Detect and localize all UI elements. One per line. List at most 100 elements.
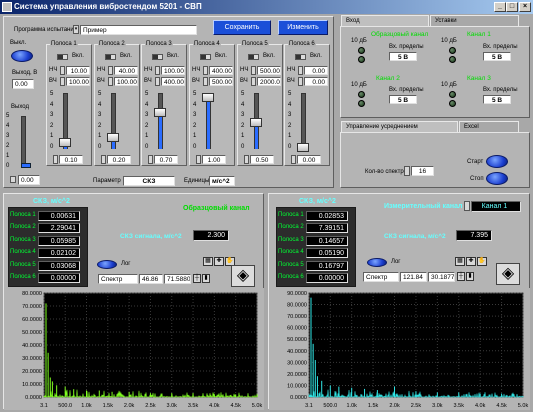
band-value-stepper[interactable] (291, 155, 296, 164)
right-spectrum-chart[interactable]: 90.0000 80.0000 70.0000 60.0000 50.0000 40.00… (269, 288, 530, 410)
tab-setpoints[interactable]: Уставки (430, 15, 519, 26)
band-hf-field[interactable]: 100.00 (161, 66, 185, 75)
band-slider-thumb[interactable] (202, 93, 214, 102)
tab-excel[interactable]: Excel (459, 121, 519, 132)
band-lf-field[interactable]: 500.00 (209, 77, 233, 86)
right-log-toggle[interactable] (367, 258, 387, 267)
right-channel-select[interactable]: Канал 1 (471, 201, 521, 212)
left-grid-icon[interactable]: ▦ (203, 257, 213, 266)
band-value-stepper[interactable] (244, 155, 249, 164)
ref-range-field[interactable]: 5 В (389, 52, 417, 61)
band-slider-thumb[interactable] (59, 138, 71, 147)
left-cursor-lock-icon[interactable]: ▮ (202, 274, 210, 283)
output-slider[interactable] (21, 116, 26, 168)
band-toggle[interactable] (57, 54, 68, 60)
band-hf-field[interactable]: 500.00 (257, 66, 281, 75)
spectra-count-field[interactable]: 16 (411, 166, 434, 176)
band-toggle[interactable] (200, 54, 211, 60)
band-slider-thumb[interactable] (107, 133, 119, 142)
left-zoom-icon[interactable]: ✚ (214, 257, 224, 266)
band-slider-thumb[interactable] (250, 118, 262, 127)
y-tick-label: 50.0000 (287, 337, 307, 343)
output-slider-thumb[interactable] (21, 163, 31, 168)
band-lf-stepper[interactable] (203, 77, 208, 86)
band-slider-thumb[interactable] (154, 108, 166, 117)
band-hf-field[interactable]: 10.00 (66, 66, 90, 75)
band-lf-field[interactable]: 2000.00 (257, 77, 281, 86)
band-toggle[interactable] (152, 54, 163, 60)
tab-input[interactable]: Вход (341, 15, 429, 26)
change-button[interactable]: Изменить (278, 20, 328, 35)
program-dropdown-icon[interactable]: ▾ (73, 25, 79, 34)
band-hf-field[interactable]: 400.00 (209, 66, 233, 75)
band-lf-field[interactable]: 100.00 (66, 77, 90, 86)
stop-button[interactable] (486, 172, 508, 185)
right-grid-icon[interactable]: ▦ (455, 257, 465, 266)
ch2-range-field[interactable]: 5 В (389, 95, 417, 104)
band-slider-thumb[interactable] (297, 143, 309, 152)
param-field[interactable]: СКЗ (123, 176, 175, 186)
band-value-field[interactable]: 0.70 (154, 155, 178, 164)
band-lf-stepper[interactable] (155, 77, 160, 86)
left-cursor-style-icon[interactable]: ┼ (193, 274, 201, 283)
right-hand-icon[interactable]: ✋ (477, 257, 487, 266)
output-stepper[interactable] (10, 176, 16, 183)
right-zoom-icon[interactable]: ✚ (466, 257, 476, 266)
ch3-db-label: 10 дБ (441, 82, 457, 88)
band-lf-stepper[interactable] (60, 77, 65, 86)
right-cursor-lock-icon[interactable]: ▮ (466, 272, 474, 281)
band-hf-stepper[interactable] (108, 66, 113, 75)
band-hf-stepper[interactable] (155, 66, 160, 75)
band-value-field[interactable]: 1.00 (202, 155, 226, 164)
spectra-stepper[interactable] (404, 166, 410, 176)
close-button[interactable]: × (519, 2, 531, 12)
band-value-field[interactable]: 0.50 (250, 155, 274, 164)
band-toggle[interactable] (295, 54, 306, 60)
band-hf-stepper[interactable] (298, 66, 303, 75)
right-cursor-move-icon[interactable]: ◈ (496, 263, 520, 285)
right-cursor-name[interactable]: Спектр (363, 272, 399, 282)
band-value-field[interactable]: 0.20 (107, 155, 131, 164)
start-button[interactable] (486, 155, 508, 168)
band-value-stepper[interactable] (101, 155, 106, 164)
output-field[interactable]: 0.00 (18, 175, 40, 185)
right-channel-stepper[interactable] (464, 201, 470, 211)
save-button[interactable]: Сохранить (213, 20, 271, 35)
left-log-toggle[interactable] (97, 260, 117, 269)
ch3-range-field[interactable]: 5 В (483, 95, 511, 104)
tab-averaging[interactable]: Управление усреднением (341, 121, 458, 132)
band-hf-stepper[interactable] (251, 66, 256, 75)
units-field[interactable]: м/с^2 (209, 176, 235, 186)
band-value-field[interactable]: 0.00 (297, 155, 321, 164)
band-value-stepper[interactable] (53, 155, 58, 164)
band-hf-stepper[interactable] (60, 66, 65, 75)
band-value-stepper[interactable] (148, 155, 153, 164)
minimize-button[interactable]: _ (494, 2, 506, 12)
power-button[interactable] (11, 50, 33, 62)
left-cursor-move-icon[interactable]: ◈ (231, 265, 255, 287)
band-value-stepper[interactable] (196, 155, 201, 164)
band-lf-field[interactable]: 0.00 (304, 77, 328, 86)
ch1-range-field[interactable]: 5 В (483, 52, 511, 61)
band-lf-field[interactable]: 100.00 (114, 77, 138, 86)
left-spectrum-chart[interactable]: 80.0000 70.0000 60.0000 50.0000 40.0000 30.00… (4, 288, 264, 410)
band-rms-value: 2.29041 (38, 223, 80, 234)
right-cursor-style-icon[interactable]: ┼ (457, 272, 465, 281)
band-lf-stepper[interactable] (251, 77, 256, 86)
band-toggle[interactable] (248, 54, 259, 60)
band-hf-field[interactable]: 0.00 (304, 66, 328, 75)
band-hf-stepper[interactable] (203, 66, 208, 75)
band-value-field[interactable]: 0.10 (59, 155, 83, 164)
band-lf-stepper[interactable] (298, 77, 303, 86)
band-lf-label: ВЧ (192, 78, 200, 84)
band-lf-field[interactable]: 400.00 (161, 77, 185, 86)
band-slider[interactable] (301, 93, 306, 149)
program-input[interactable]: Пример (80, 25, 197, 35)
band-lf-label: ВЧ (287, 78, 295, 84)
band-toggle[interactable] (105, 54, 116, 60)
maximize-button[interactable]: □ (506, 2, 518, 12)
left-cursor-name[interactable]: Спектр (98, 274, 138, 284)
band-lf-stepper[interactable] (108, 77, 113, 86)
left-cursor-y: 71.5880 (164, 274, 191, 284)
band-hf-field[interactable]: 40.00 (114, 66, 138, 75)
